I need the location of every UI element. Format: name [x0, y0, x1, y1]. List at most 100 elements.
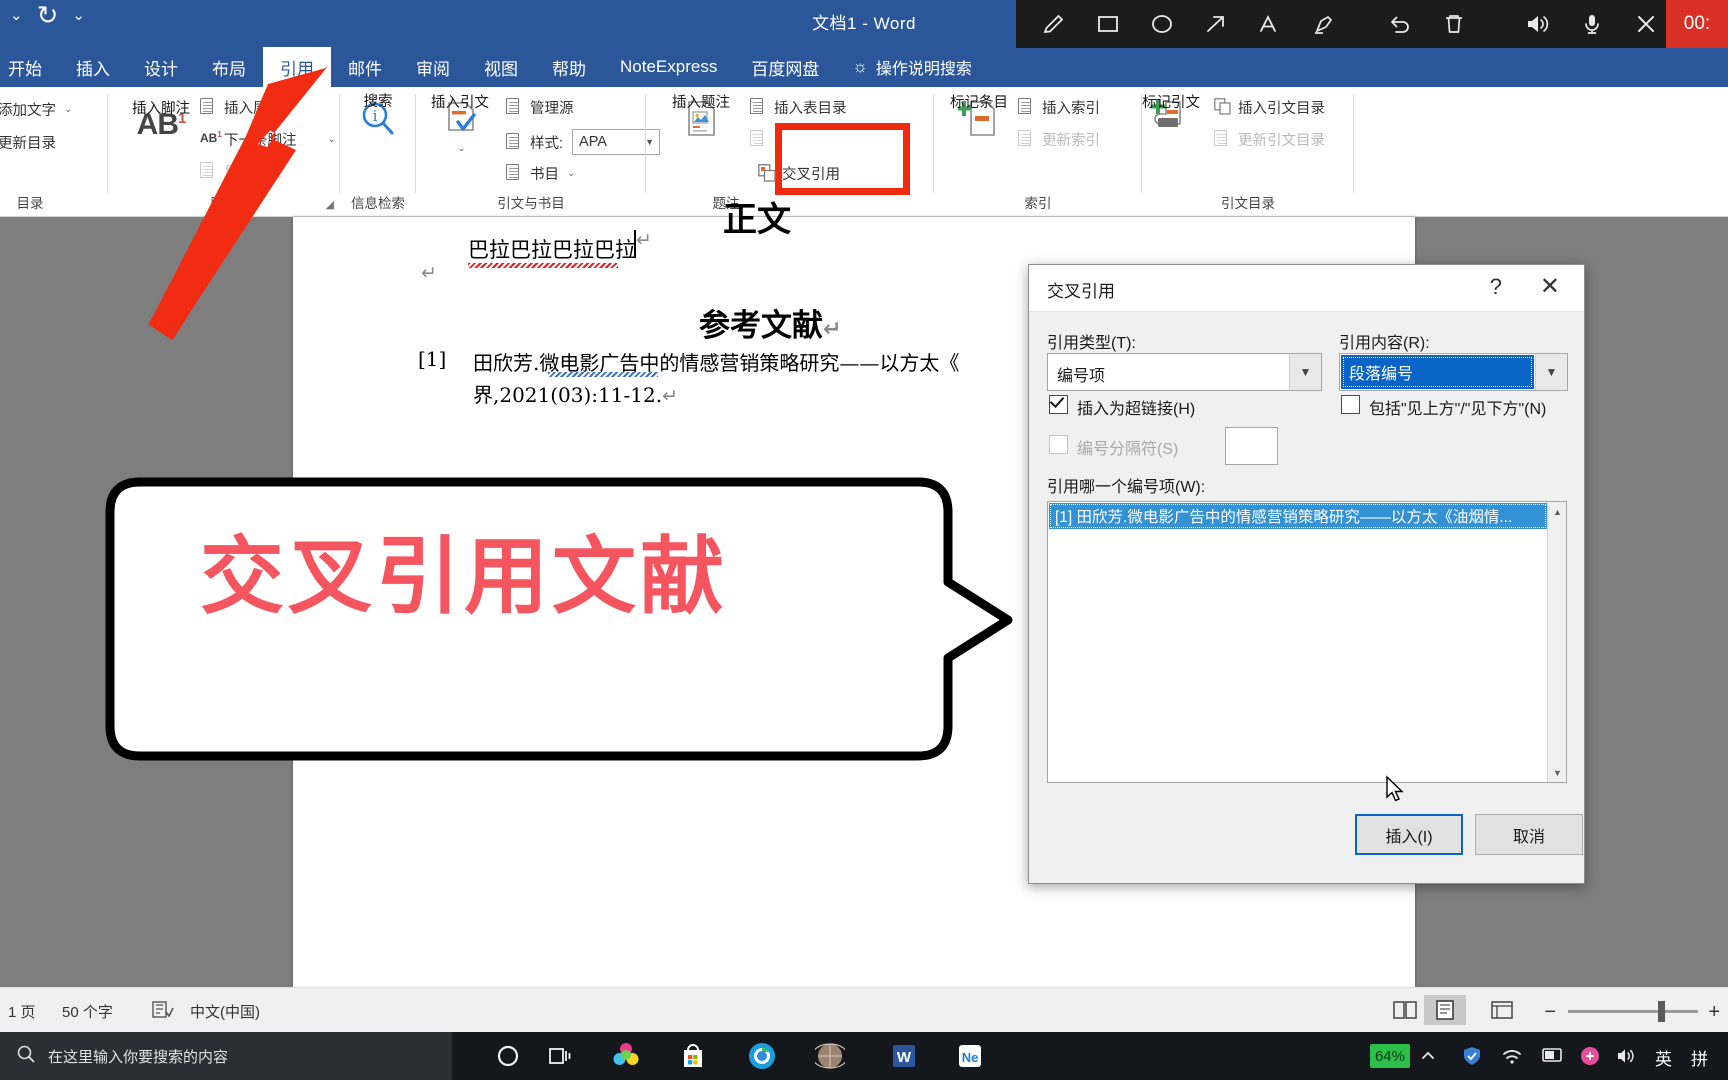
recording-timer[interactable]: 00: [1666, 0, 1728, 48]
cortana-icon[interactable] [488, 1036, 528, 1076]
insert-caption-button[interactable]: 插入题注 [664, 95, 738, 143]
tab-help[interactable]: 帮助 [535, 47, 603, 87]
reference-type-combo[interactable]: 编号项 ▼ [1047, 353, 1322, 391]
insert-index-button[interactable]: 插入索引 [1018, 97, 1100, 118]
zoom-out-button[interactable]: − [1544, 1001, 1556, 1024]
cross-reference-button[interactable]: 交叉引用 [758, 163, 840, 184]
zoom-slider-thumb[interactable] [1658, 1001, 1665, 1022]
undo-icon[interactable] [1380, 4, 1420, 44]
mark-entry-button[interactable]: 标记条目 [948, 95, 1010, 143]
chevron-down-icon[interactable]: ⌄ [567, 168, 575, 179]
tab-baidu-netdisk[interactable]: 百度网盘 [734, 47, 836, 87]
delete-icon[interactable] [1434, 4, 1474, 44]
speaker-icon[interactable] [1518, 4, 1558, 44]
ime-indicator[interactable]: 英 [1655, 1045, 1672, 1070]
update-toa-label: 更新引文目录 [1238, 133, 1325, 149]
tab-home[interactable]: 开始 [0, 47, 59, 87]
update-index-button: 更新索引 [1018, 129, 1100, 150]
include-above-below-checkbox[interactable] [1341, 395, 1360, 414]
insert-button[interactable]: 插入(I) [1355, 814, 1463, 855]
arrow-icon[interactable] [1196, 4, 1236, 44]
reference-type-label: 引用类型(T): [1047, 335, 1136, 352]
insert-reference-to-value: 段落编号 [1341, 355, 1534, 389]
list-item[interactable]: [1] 田欣芳.微电影广告中的情感营销策略研究——以方太《油烟情... [1049, 503, 1547, 529]
web-layout-icon[interactable] [1490, 999, 1516, 1025]
status-language[interactable]: 中文(中国) [190, 1001, 260, 1022]
footnotes-dialog-launcher[interactable]: ◢ [326, 198, 334, 211]
insert-reference-to-combo[interactable]: 段落编号 ▼ [1339, 353, 1568, 391]
add-text-button[interactable]: 添加文字 ⌄ [0, 99, 72, 120]
spellcheck-icon[interactable] [152, 1000, 174, 1024]
listbox-scrollbar[interactable]: ▲ ▼ [1547, 502, 1566, 782]
cancel-button[interactable]: 取消 [1475, 814, 1583, 855]
tab-design[interactable]: 设计 [127, 47, 195, 87]
print-layout-icon[interactable] [1424, 995, 1466, 1025]
chrome-icon[interactable] [742, 1036, 782, 1076]
zoom-slider-track[interactable] [1568, 1010, 1698, 1013]
read-mode-icon[interactable] [1392, 999, 1418, 1025]
display-icon[interactable] [1532, 1036, 1572, 1076]
tell-me-search[interactable]: ☼ 操作说明搜索 [836, 47, 972, 87]
app-icon[interactable] [1570, 1036, 1610, 1076]
store-icon[interactable] [673, 1036, 713, 1076]
ime-mode-indicator[interactable]: 拼 [1691, 1045, 1708, 1070]
tab-view[interactable]: 视图 [467, 47, 535, 87]
text-icon[interactable] [1250, 4, 1290, 44]
tab-mailings[interactable]: 邮件 [331, 47, 399, 87]
insert-endnote-button[interactable]: 插入尾注 [200, 97, 282, 118]
insert-citation-button[interactable]: 插入引文 ⌄ [424, 95, 496, 154]
update-toc-button[interactable]: 更新目录 [0, 132, 56, 153]
bibliography-button[interactable]: 书目 ⌄ [506, 163, 575, 184]
volume-icon[interactable] [1606, 1036, 1646, 1076]
task-view-icon[interactable] [540, 1036, 580, 1076]
chevron-down-icon[interactable]: ▼ [1289, 354, 1321, 390]
tab-noteexpress[interactable]: NoteExpress [603, 47, 734, 87]
smart-lookup-button[interactable]: i 搜索 [347, 94, 409, 143]
screen-recorder-toolbar[interactable]: 00: [1016, 0, 1728, 48]
paragraph-mark-icon: ↵ [662, 385, 678, 407]
question-mark-icon[interactable]: ? [1490, 274, 1502, 300]
zoom-in-button[interactable]: + [1708, 1001, 1720, 1024]
pen-icon[interactable] [1034, 4, 1074, 44]
insert-table-of-authorities-button[interactable]: 插入引文目录 [1214, 97, 1325, 118]
scroll-down-icon[interactable]: ▼ [1548, 763, 1567, 782]
tab-insert[interactable]: 插入 [59, 47, 127, 87]
endnote-icon [200, 98, 219, 117]
globe-icon[interactable] [810, 1036, 850, 1076]
cross-reference-dialog[interactable]: 交叉引用 ? ✕ 引用类型(T): 编号项 ▼ 引用内容(R): 段落编号 ▼ … [1028, 264, 1585, 884]
battery-indicator[interactable]: 64% [1369, 1044, 1410, 1068]
tab-review[interactable]: 审阅 [399, 47, 467, 87]
mark-citation-button[interactable]: 标记引文 [1134, 95, 1208, 143]
chevron-down-icon[interactable]: ▼ [1535, 354, 1567, 390]
insert-as-hyperlink-checkbox[interactable] [1049, 392, 1068, 414]
wifi-icon[interactable] [1492, 1036, 1532, 1076]
tab-layout[interactable]: 布局 [195, 47, 263, 87]
chevron-down-icon[interactable]: ⌄ [328, 134, 336, 145]
close-icon[interactable]: ✕ [1540, 274, 1560, 298]
photos-icon[interactable] [606, 1036, 646, 1076]
tab-references[interactable]: 引用 [263, 47, 331, 87]
manage-sources-button[interactable]: 管理源 [506, 97, 574, 118]
reference-items-listbox[interactable]: [1] 田欣芳.微电影广告中的情感营销策略研究——以方太《油烟情... ▲ ▼ [1047, 501, 1567, 783]
scroll-up-icon[interactable]: ▲ [1548, 502, 1567, 521]
insert-footnote-label: 插入脚注 [132, 101, 190, 117]
status-word-count[interactable]: 50 个字 [62, 1001, 113, 1022]
shield-icon[interactable] [1452, 1036, 1492, 1076]
chevron-up-icon[interactable] [1408, 1036, 1448, 1076]
word-icon[interactable]: W [884, 1036, 924, 1076]
status-page-count[interactable]: 1 页 [8, 1001, 36, 1022]
noteexpress-icon[interactable]: Ne [950, 1036, 990, 1076]
insert-table-of-figures-button[interactable]: 插入表目录 [750, 97, 847, 118]
close-icon[interactable] [1626, 4, 1666, 44]
chevron-down-icon[interactable]: ⌄ [457, 143, 465, 154]
insert-footnote-button[interactable]: AB1 插入脚注 [130, 101, 192, 149]
citation-style-control[interactable]: 样式: APA ▼ [506, 129, 661, 155]
taskbar-search-box[interactable]: 在这里输入你要搜索的内容 [0, 1032, 452, 1080]
ellipse-icon[interactable] [1142, 4, 1182, 44]
highlighter-icon[interactable] [1304, 4, 1344, 44]
next-footnote-button[interactable]: AB1 下一条脚注 ⌄ [200, 129, 336, 150]
microphone-icon[interactable] [1572, 4, 1612, 44]
word-status-bar: 1 页 50 个字 中文(中国) − + [0, 987, 1728, 1032]
cross-reference-highlight-box [775, 123, 910, 195]
rectangle-icon[interactable] [1088, 4, 1128, 44]
